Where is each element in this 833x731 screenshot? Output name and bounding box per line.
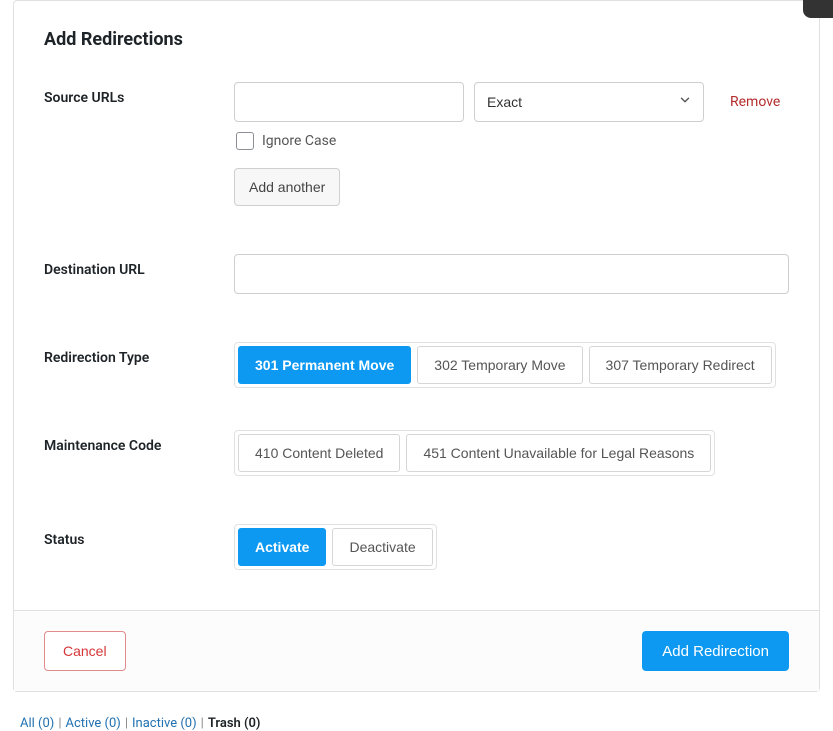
tab-separator: | <box>201 716 204 731</box>
remove-source-link[interactable]: Remove <box>730 94 780 110</box>
ignore-case-checkbox[interactable] <box>236 132 254 150</box>
ignore-case-row: Ignore Case <box>236 132 789 150</box>
redirection-type-option-1[interactable]: 302 Temporary Move <box>417 346 582 384</box>
add-another-button[interactable]: Add another <box>234 168 340 206</box>
label-destination-url: Destination URL <box>44 254 234 278</box>
filter-tab-2[interactable]: Inactive (0) <box>132 716 197 731</box>
maintenance-code-option-1[interactable]: 451 Content Unavailable for Legal Reason… <box>406 434 711 472</box>
add-redirections-panel: Add Redirections Source URLs Exact Remov… <box>13 0 820 692</box>
field-maintenance-code: 410 Content Deleted451 Content Unavailab… <box>234 430 789 476</box>
field-destination-url <box>234 254 789 294</box>
field-redirection-type: 301 Permanent Move302 Temporary Move307 … <box>234 342 789 388</box>
status-group: ActivateDeactivate <box>234 524 437 570</box>
row-status: Status ActivateDeactivate <box>44 524 789 570</box>
match-mode-select-wrap: Exact <box>474 82 704 122</box>
destination-url-input[interactable] <box>234 254 789 294</box>
match-mode-select[interactable]: Exact <box>474 82 704 122</box>
redirection-type-group: 301 Permanent Move302 Temporary Move307 … <box>234 342 776 388</box>
filter-tab-3[interactable]: Trash (0) <box>208 716 261 731</box>
row-redirection-type: Redirection Type 301 Permanent Move302 T… <box>44 342 789 388</box>
status-option-0[interactable]: Activate <box>238 528 326 566</box>
field-source-urls: Exact Remove Ignore Case Add another <box>234 82 789 206</box>
redirection-type-option-2[interactable]: 307 Temporary Redirect <box>589 346 772 384</box>
cancel-button[interactable]: Cancel <box>44 631 126 671</box>
label-status: Status <box>44 524 234 548</box>
source-url-input[interactable] <box>234 82 464 122</box>
filter-tabs-strip: All (0) | Active (0) | Inactive (0) | Trash (0… <box>20 716 820 731</box>
maintenance-code-option-0[interactable]: 410 Content Deleted <box>238 434 400 472</box>
tab-separator: | <box>125 716 128 731</box>
corner-decoration <box>803 0 833 18</box>
maintenance-code-group: 410 Content Deleted451 Content Unavailab… <box>234 430 715 476</box>
panel-body: Add Redirections Source URLs Exact Remov… <box>14 1 819 610</box>
label-redirection-type: Redirection Type <box>44 342 234 366</box>
field-status: ActivateDeactivate <box>234 524 789 570</box>
filter-tab-1[interactable]: Active (0) <box>66 716 121 731</box>
redirection-type-option-0[interactable]: 301 Permanent Move <box>238 346 411 384</box>
panel-footer: Cancel Add Redirection <box>14 610 819 691</box>
row-destination-url: Destination URL <box>44 254 789 294</box>
row-source-urls: Source URLs Exact Remove <box>44 82 789 206</box>
ignore-case-label[interactable]: Ignore Case <box>262 133 336 149</box>
label-maintenance-code: Maintenance Code <box>44 430 234 454</box>
add-redirection-button[interactable]: Add Redirection <box>642 631 789 671</box>
label-source-urls: Source URLs <box>44 82 234 106</box>
row-maintenance-code: Maintenance Code 410 Content Deleted451 … <box>44 430 789 476</box>
page-title: Add Redirections <box>44 29 789 50</box>
filter-tab-0[interactable]: All (0) <box>20 716 54 731</box>
source-url-line: Exact Remove <box>234 82 789 122</box>
status-option-1[interactable]: Deactivate <box>332 528 432 566</box>
tab-separator: | <box>58 716 61 731</box>
